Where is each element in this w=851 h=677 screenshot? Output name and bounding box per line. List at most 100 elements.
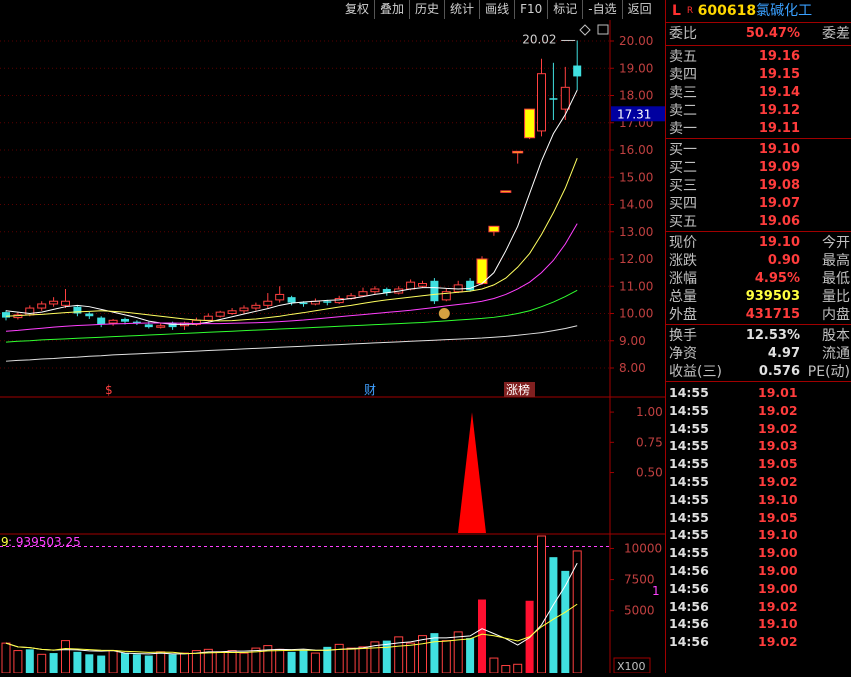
ma-line-ma60 [5,325,578,362]
bid-list: 买一 19.10 买二 19.09 买三 19.08 买四 19.07 买五 19.06 [666,138,851,231]
tick-time: 14:55 [669,527,709,543]
back-button[interactable]: 返回 [621,0,657,19]
candle-body-up [560,86,570,110]
tick-time: 14:55 [669,402,709,418]
volume-bar-up [13,650,23,674]
tick-time: 14:56 [669,634,709,650]
quote-value: 939503 [745,289,800,304]
candle-body-up [227,310,237,314]
indicator-axis-label: 1.00 [636,405,663,419]
candle-body-down [121,318,129,322]
tick-time: 14:55 [669,491,709,507]
price-axis-label: 10.00 [619,307,653,321]
quote-label: 现价 [669,235,697,251]
bids-price: 19.07 [758,196,800,211]
limit-list-marker: 涨榜 [506,382,530,397]
right-edge-mark: 1 [652,584,660,598]
fundamental-label: 换手 [669,328,697,344]
indicator-axis-label: 0.50 [636,466,663,480]
kline-chart-area[interactable]: 20.00 19.00 18.00 17.00 16.00 15.00 14.00 13.00… [0,20,665,674]
asks-label: 卖五 [669,49,697,65]
tick-price: 19.02 [758,598,798,614]
tick-price: 19.02 [758,402,798,418]
bids-row: 买二 19.09 [666,159,851,177]
r-mark: R [686,6,694,16]
tick-time: 14:55 [669,545,709,561]
candle-body-down [85,313,94,317]
price-axis-label: 13.00 [619,225,653,239]
bids-label: 买三 [669,178,697,194]
bids-label: 买五 [669,214,697,230]
tick-row: 14:55 19.02 [666,420,851,438]
volume-bar-up [180,652,189,674]
volume-bar-down [97,655,106,673]
overlay-button[interactable]: 叠加 [374,0,409,19]
asks-row: 卖二 19.12 [666,102,851,120]
ask-list: 卖五 19.16 卖四 19.15 卖三 19.14 卖二 19.12 卖一 19.11 [666,46,851,138]
current-price-tag: 17.31 [617,107,651,121]
volume-bar-limit [478,599,486,673]
candle-body-up [203,315,213,321]
stock-header: LR 600618氯碱化工 [666,0,851,23]
volume-ma10-line [5,603,578,654]
volume-bar-up [537,535,546,674]
quote-value: 0.90 [767,253,800,268]
bids-row: 买一 19.10 [666,141,851,159]
volume-bar-up [513,663,523,674]
volume-bar-up [37,653,47,674]
volume-bar-down [382,640,391,673]
volume-bar-up [215,651,225,674]
quote-row: 现价 19.10 今开 [666,234,851,252]
quote-value: 4.95% [754,271,800,286]
f10-button[interactable]: F10 [514,0,547,19]
candle-body-limit [524,108,536,139]
asks-price: 19.16 [758,49,800,64]
bids-price: 19.06 [758,214,800,229]
fundamental-label: 净资 [669,346,697,362]
candle-body-up [215,311,225,317]
candle-body-up [108,319,118,324]
volume-bar-down [168,654,177,673]
asks-row: 卖三 19.14 [666,84,851,102]
high-price-label: 20.02 [522,32,556,46]
candle-body-up [370,288,380,293]
candle-body-down [549,98,558,100]
volume-bar-down [49,653,58,673]
draw-line-button[interactable]: 画线 [479,0,514,19]
bids-price: 19.08 [758,178,800,193]
quote-label-right: 最高 [822,253,850,269]
tick-price: 19.10 [758,491,798,507]
volume-bar-up [441,640,451,674]
history-button[interactable]: 历史 [409,0,444,19]
weibi-row: 委比 50.47% 委差 [666,23,851,46]
l-mark: L [672,3,681,19]
quote-row: 涨幅 4.95% 最低 [666,270,851,288]
asks-price: 19.15 [758,67,800,82]
candle-body-down [323,301,332,303]
stock-code: 600618 [697,3,757,19]
volume-bar-down [85,654,94,673]
mark-button[interactable]: 标记 [547,0,582,19]
tick-row: 14:55 19.10 [666,526,851,544]
candle-body-down [97,317,106,325]
event-marker: $ [105,383,113,397]
volume-bar-down [549,557,558,673]
candle-body-limit [512,150,524,154]
quote-label-right: 今开 [822,235,850,251]
candle-body-down [144,324,153,328]
volume-bar-down [430,633,439,673]
stock-name: 氯碱化工 [756,3,813,19]
price-axis-label: 12.00 [619,252,653,266]
quote-label: 总量 [669,289,697,305]
weicha-label: 委差 [822,26,850,42]
volume-bar-up [358,646,368,674]
fuquan-button[interactable]: 复权 [340,0,374,19]
tick-time: 14:55 [669,456,709,472]
kline-chart[interactable]: 20.0019.0018.0017.0016.0015.0014.0013.00… [0,20,665,674]
tick-price: 19.00 [758,562,798,578]
volume-bar-up [227,650,237,674]
watchlist-button[interactable]: -自选 [582,0,621,19]
tick-list[interactable]: 14:55 19.01 14:55 19.02 14:55 19.02 14:55 19.03… [666,381,851,651]
price-axis-label: 19.00 [619,61,653,75]
stats-button[interactable]: 统计 [444,0,479,19]
